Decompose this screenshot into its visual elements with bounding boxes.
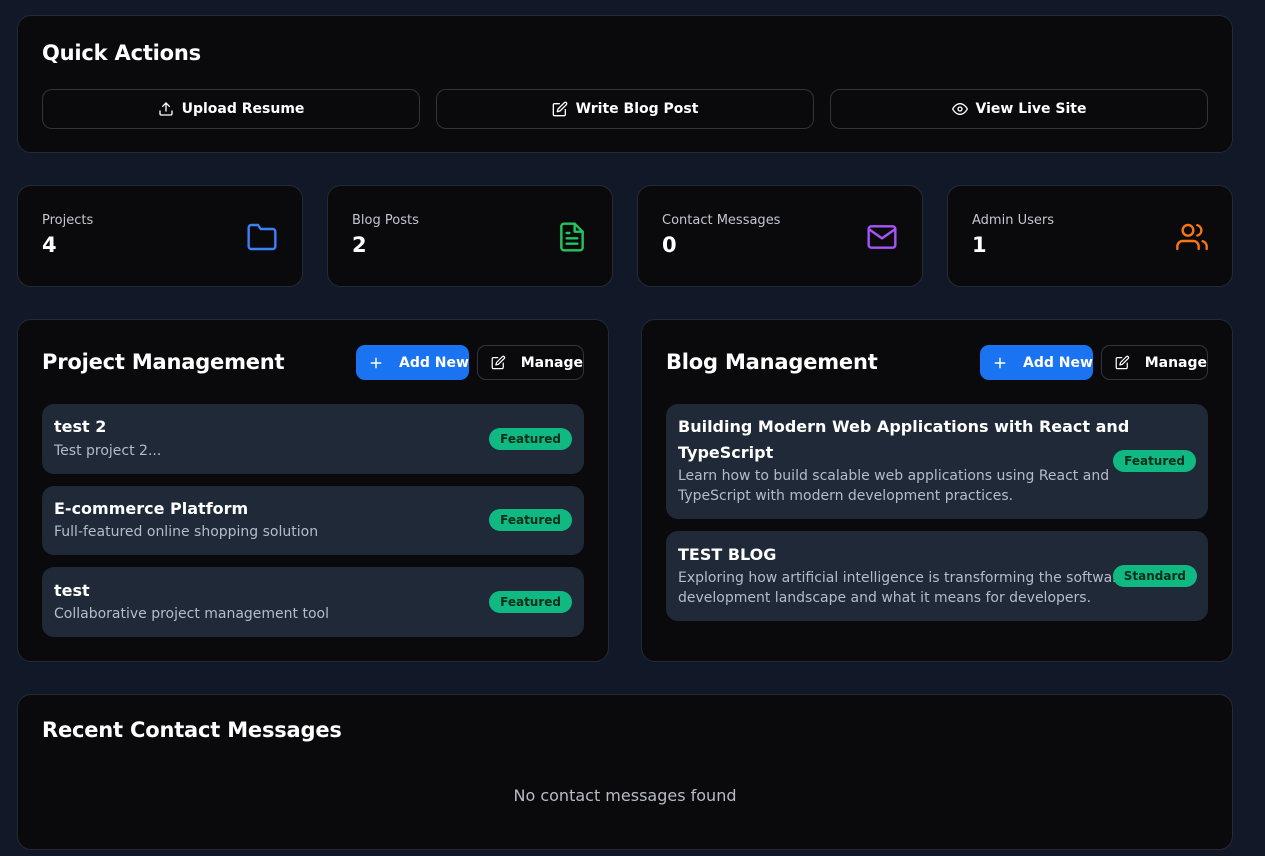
- status-badge: Featured: [489, 591, 572, 613]
- stat-value: 1: [972, 233, 987, 257]
- blog-excerpt: Exploring how artificial intelligence is…: [678, 570, 1127, 586]
- blog-item[interactable]: TEST BLOG Exploring how artificial intel…: [666, 531, 1208, 621]
- users-icon: [1176, 223, 1208, 251]
- stat-value: 2: [352, 233, 367, 257]
- blog-management-title: Blog Management: [666, 350, 878, 374]
- quick-actions-title: Quick Actions: [42, 41, 201, 65]
- add-blog-label: Add New: [1023, 354, 1093, 371]
- upload-icon: [158, 102, 173, 116]
- recent-messages-card: Recent Contact Messages No contact messa…: [17, 694, 1233, 850]
- stat-card-contact-messages: Contact Messages 0: [637, 185, 923, 287]
- plus-icon: [370, 357, 382, 368]
- blog-title: TEST BLOG: [678, 545, 777, 564]
- empty-state-text: No contact messages found: [513, 786, 737, 805]
- stat-card-admin-users: Admin Users 1: [947, 185, 1233, 287]
- file-text-icon: [560, 222, 584, 252]
- project-description: Test project 2...: [54, 443, 162, 459]
- plus-icon: [994, 357, 1006, 368]
- blog-excerpt-continued: development landscape and what it means …: [678, 590, 1092, 606]
- write-blog-post-button[interactable]: Write Blog Post: [436, 89, 814, 129]
- recent-messages-title: Recent Contact Messages: [42, 718, 342, 742]
- blog-management-card: Blog Management Add New Manage Building …: [641, 319, 1233, 662]
- stat-label: Blog Posts: [352, 213, 419, 228]
- stat-label: Admin Users: [972, 213, 1054, 228]
- manage-blogs-label: Manage: [1144, 354, 1207, 371]
- status-badge: Featured: [489, 428, 572, 450]
- project-item[interactable]: test Collaborative project management to…: [42, 567, 584, 637]
- add-project-button[interactable]: Add New: [356, 345, 469, 380]
- blog-item[interactable]: Building Modern Web Applications with Re…: [666, 404, 1208, 519]
- status-badge: Featured: [1113, 450, 1196, 472]
- project-item[interactable]: test 2 Test project 2... Featured: [42, 404, 584, 474]
- project-description: Full-featured online shopping solution: [54, 524, 319, 540]
- project-item[interactable]: E-commerce Platform Full-featured online…: [42, 486, 584, 555]
- blog-title: Building Modern Web Applications with Re…: [678, 417, 1130, 436]
- stat-label: Contact Messages: [662, 213, 781, 228]
- add-blog-button[interactable]: Add New: [980, 345, 1093, 380]
- stat-card-projects: Projects 4: [17, 185, 303, 287]
- manage-blogs-button[interactable]: Manage: [1101, 345, 1208, 380]
- blog-excerpt: Learn how to build scalable web applicat…: [678, 468, 1110, 484]
- manage-projects-button[interactable]: Manage: [477, 345, 584, 380]
- project-title: E-commerce Platform: [54, 499, 249, 518]
- upload-resume-button[interactable]: Upload Resume: [42, 89, 420, 129]
- quick-actions-card: Quick Actions Upload Resume Write Blog P…: [17, 15, 1233, 153]
- stat-value: 4: [42, 233, 57, 257]
- project-title: test: [54, 581, 90, 600]
- project-description: Collaborative project management tool: [54, 606, 329, 622]
- edit-icon: [1115, 355, 1130, 370]
- stat-value: 0: [662, 233, 677, 257]
- mail-icon: [867, 225, 897, 249]
- blog-excerpt-continued: TypeScript with modern development pract…: [678, 488, 1014, 504]
- project-management-card: Project Management Add New Manage test 2…: [17, 319, 609, 662]
- stat-label: Projects: [42, 213, 94, 228]
- blog-title-continued: TypeScript: [678, 443, 774, 462]
- status-badge: Standard: [1112, 565, 1197, 587]
- view-live-site-label: View Live Site: [975, 101, 1087, 117]
- status-badge: Featured: [489, 509, 572, 531]
- manage-projects-label: Manage: [520, 354, 583, 371]
- eye-icon: [951, 103, 968, 115]
- project-management-title: Project Management: [42, 350, 285, 374]
- upload-resume-label: Upload Resume: [181, 101, 305, 117]
- folder-icon: [247, 223, 277, 251]
- project-title: test 2: [54, 417, 107, 436]
- edit-icon: [552, 101, 567, 117]
- write-blog-post-label: Write Blog Post: [575, 101, 699, 117]
- edit-icon: [491, 355, 506, 370]
- stat-card-blog-posts: Blog Posts 2: [327, 185, 613, 287]
- view-live-site-button[interactable]: View Live Site: [830, 89, 1208, 129]
- add-project-label: Add New: [399, 354, 469, 371]
